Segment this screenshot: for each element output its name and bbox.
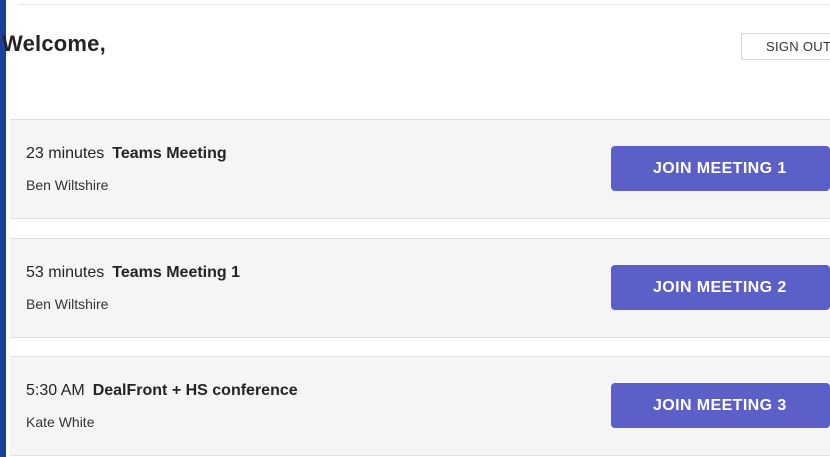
meeting-time: 5:30 AM [26, 382, 85, 399]
join-meeting-button[interactable]: JOIN MEETING 1 [611, 146, 830, 191]
join-meeting-button[interactable]: JOIN MEETING 2 [611, 265, 830, 310]
meeting-title: Teams Meeting [112, 145, 227, 162]
welcome-heading: Welcome, [2, 31, 106, 56]
meeting-organizer: Kate White [26, 414, 95, 430]
window-frame-edge [0, 0, 6, 457]
meeting-title: Teams Meeting 1 [112, 264, 241, 281]
meeting-header-line: 53 minutes Teams Meeting 1 [26, 264, 240, 282]
join-meeting-button[interactable]: JOIN MEETING 3 [611, 383, 830, 428]
meeting-time: 23 minutes [26, 145, 105, 162]
sign-out-button[interactable]: SIGN OUT [741, 33, 830, 60]
meeting-header-line: 5:30 AM DealFront + HS conference [26, 382, 298, 400]
meeting-card: 53 minutes Teams Meeting 1 Ben Wiltshire … [10, 238, 830, 338]
top-divider [18, 4, 830, 5]
meeting-header-line: 23 minutes Teams Meeting [26, 145, 227, 163]
meeting-time: 53 minutes [26, 264, 105, 281]
meeting-organizer: Ben Wiltshire [26, 177, 109, 193]
meeting-title: DealFront + HS conference [92, 382, 298, 399]
meeting-organizer: Ben Wiltshire [26, 296, 109, 312]
meeting-card: 5:30 AM DealFront + HS conference Kate Wh… [10, 356, 830, 456]
meeting-card: 23 minutes Teams Meeting Ben Wiltshire JO… [10, 119, 830, 219]
